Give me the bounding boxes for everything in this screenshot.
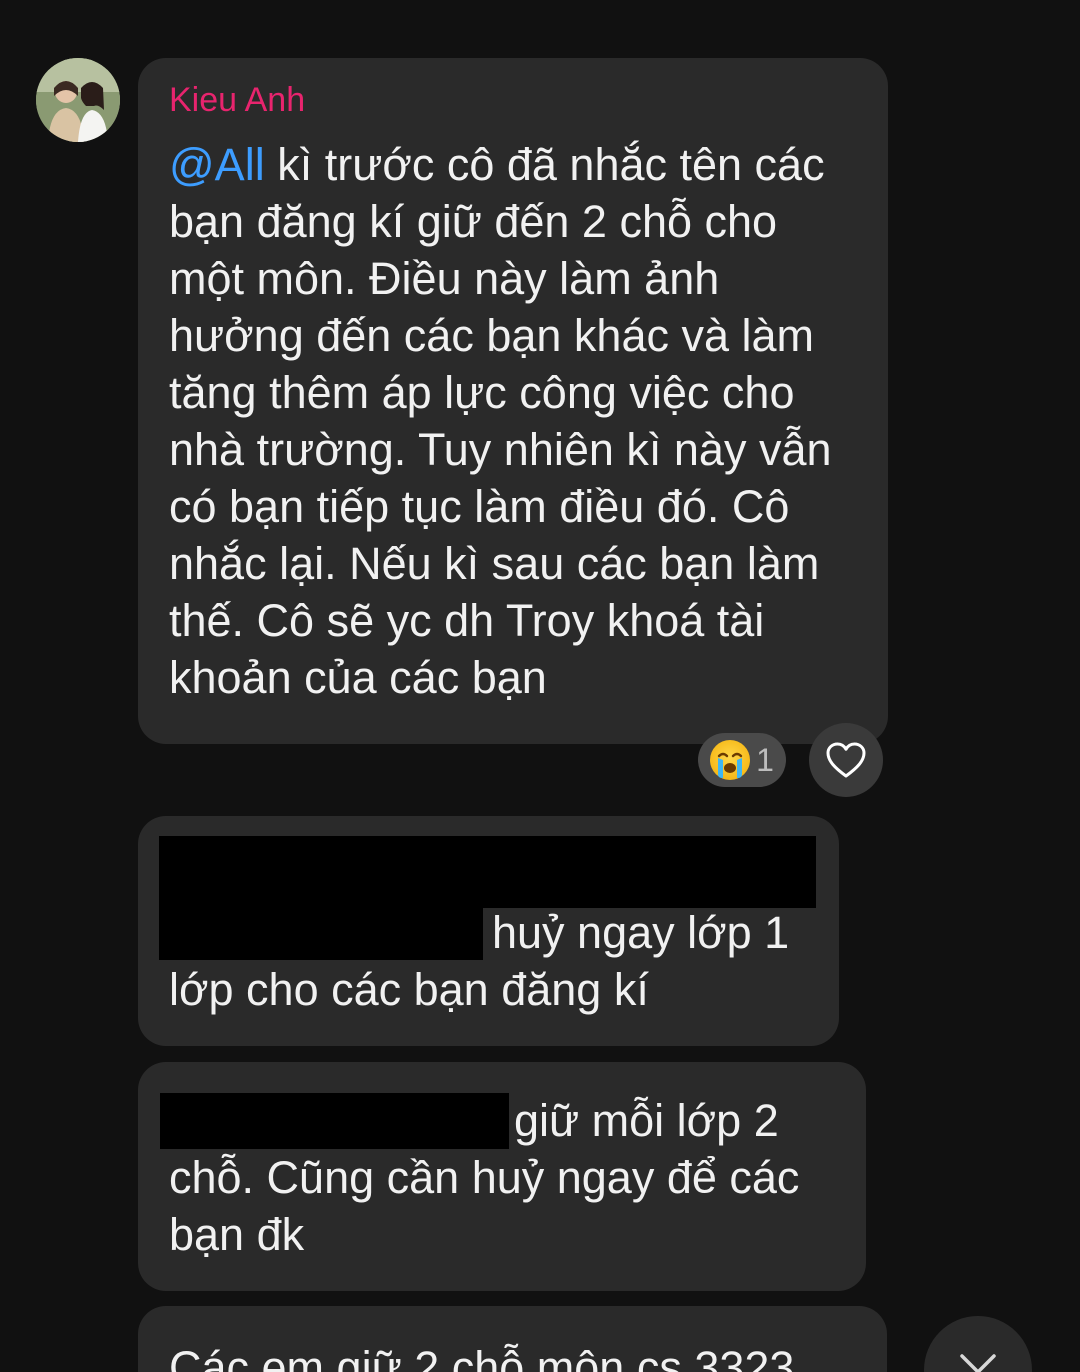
mention-all[interactable]: @All (169, 139, 265, 190)
like-button[interactable] (809, 723, 883, 797)
message-text: @All kì trước cô đã nhắc tên các bạn đăn… (169, 136, 858, 706)
sender-avatar[interactable] (36, 58, 120, 142)
message-bubble[interactable]: Kieu Anh @All kì trước cô đã nhắc tên cá… (138, 58, 888, 744)
message-text-line: lớp cho các bạn đăng kí (169, 964, 649, 1015)
reaction-count: 1 (756, 742, 774, 778)
message-body: kì trước cô đã nhắc tên các bạn đăng kí … (169, 139, 832, 703)
scroll-to-bottom-button[interactable] (924, 1316, 1032, 1372)
message-text-line: Các em giữ 2 chỗ môn cs 3323 (169, 1342, 795, 1372)
message-text-line: giữ mỗi lớp 2 (514, 1095, 779, 1146)
message-text-line: bạn đk (169, 1209, 305, 1260)
message-bubble[interactable]: giữ mỗi lớp 2 chỗ. Cũng cần huỷ ngay để … (138, 1062, 866, 1291)
avatar-photo (36, 58, 120, 142)
sender-name[interactable]: Kieu Anh (169, 76, 858, 124)
redacted-block (159, 836, 816, 908)
redacted-block (160, 1093, 509, 1149)
chat-screen: Kieu Anh @All kì trước cô đã nhắc tên cá… (0, 0, 1080, 1372)
redacted-block (159, 908, 483, 960)
message-bubble[interactable]: huỷ ngay lớp 1 lớp cho các bạn đăng kí (138, 816, 839, 1046)
message-bubble[interactable]: Các em giữ 2 chỗ môn cs 3323 (138, 1306, 887, 1372)
heart-outline-icon (826, 742, 866, 778)
message-text-line: chỗ. Cũng cần huỷ ngay để các (169, 1152, 800, 1203)
crying-face-emoji-icon (710, 740, 751, 780)
message-text-line: huỷ ngay lớp 1 (492, 907, 790, 958)
chevron-down-icon (960, 1354, 996, 1372)
reaction-pill[interactable]: 1 (698, 733, 786, 787)
